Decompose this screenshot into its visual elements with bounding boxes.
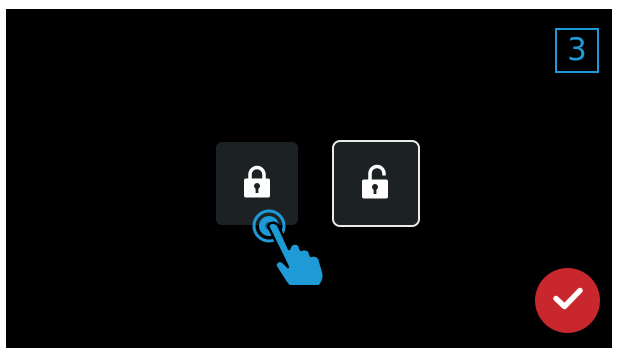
checkmark-icon	[552, 285, 584, 316]
unlock-button[interactable]	[332, 140, 420, 227]
instruction-screen: 3	[6, 9, 612, 348]
tap-hand-icon	[252, 209, 340, 294]
padlock-closed-icon	[242, 164, 272, 203]
confirm-button[interactable]	[535, 268, 600, 333]
step-number-badge: 3	[555, 28, 599, 73]
padlock-open-icon	[360, 163, 392, 204]
